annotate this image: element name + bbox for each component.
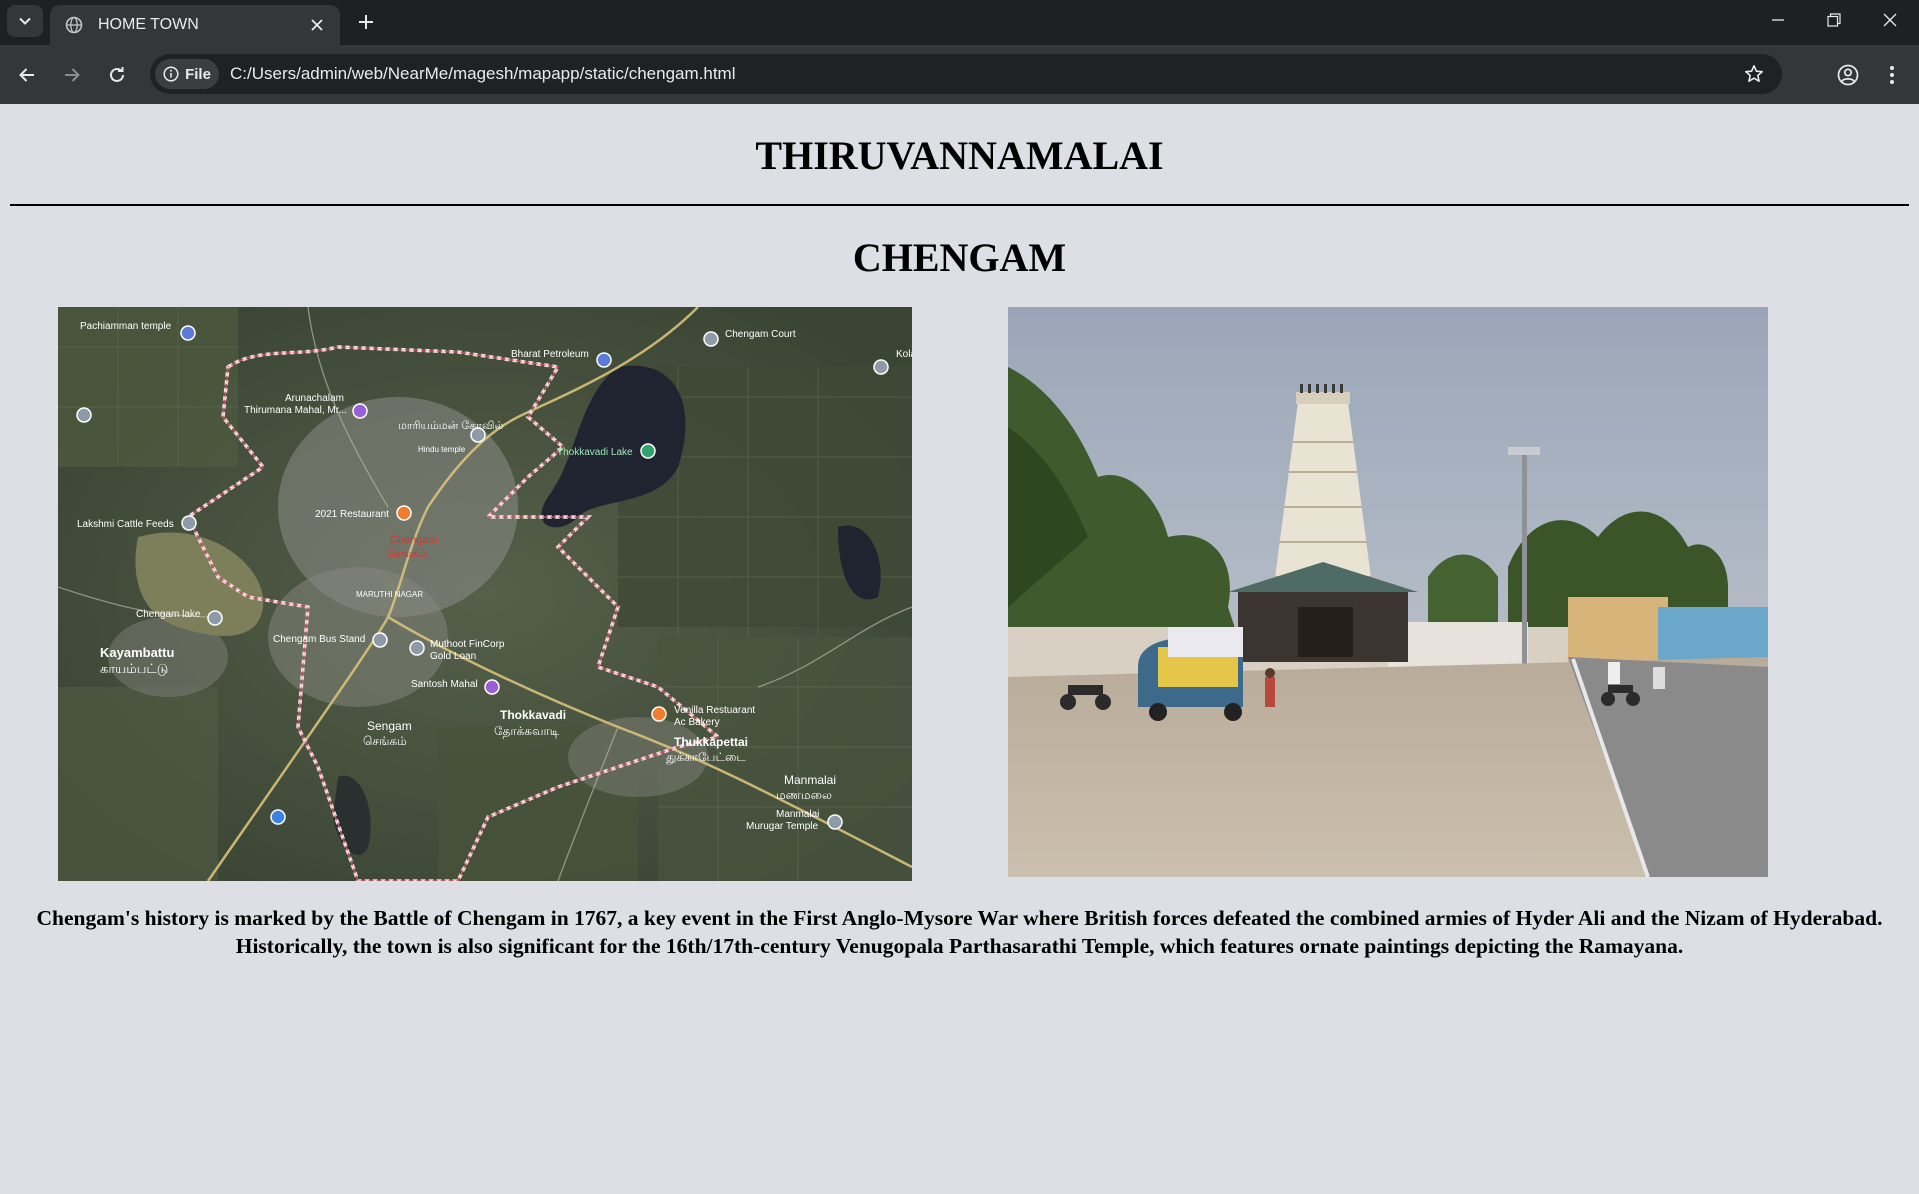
minimize-icon <box>1772 19 1784 21</box>
map-label-bharat-petroleum: Bharat Petroleum <box>511 349 589 360</box>
map-label-chengam-court: Chengam Court <box>725 329 796 340</box>
restore-icon <box>1827 13 1841 27</box>
map-label-kola: Kola <box>896 349 912 360</box>
url-text[interactable]: C:/Users/admin/web/NearMe/magesh/mapapp/… <box>230 64 736 84</box>
page-content: THIRUVANNAMALAI CHENGAM Pachiamman templ… <box>0 104 1919 1194</box>
map-label-venilla-restaurant: Venilla Restuarant <box>674 705 755 716</box>
map-label-lakshmi-cattle-feeds: Lakshmi Cattle Feeds <box>77 519 174 530</box>
map-label-ac-bakery: Ac Bakery <box>674 717 720 728</box>
map-label-kayambattu: Kayambattu <box>100 645 174 660</box>
map-label-kayambattu-ta: காயம்பட்டு <box>100 661 168 676</box>
reload-button[interactable] <box>99 57 135 93</box>
close-tab-icon[interactable] <box>302 10 332 40</box>
close-window-button[interactable] <box>1862 0 1918 40</box>
map-label-sengam: Sengam <box>367 719 412 733</box>
plus-icon <box>359 15 373 29</box>
tab-title: HOME TOWN <box>98 16 199 33</box>
map-label-pachiamman-temple: Pachiamman temple <box>80 321 172 332</box>
map-label-manmalai-ta: மணமலை <box>776 788 832 802</box>
minimize-button[interactable] <box>1750 0 1806 40</box>
map-label-santosh-mahal: Santosh Mahal <box>411 679 478 690</box>
address-bar[interactable]: File C:/Users/admin/web/NearMe/magesh/ma… <box>150 54 1782 94</box>
map-label-muthoot-fincorp: Muthoot FinCorp <box>430 639 505 650</box>
arrow-right-icon <box>65 68 80 82</box>
forward-button[interactable] <box>54 57 90 93</box>
tab-strip: HOME TOWN <box>0 0 1919 45</box>
map-label-gold-loan: Gold Loan <box>430 651 476 662</box>
map-label-chengam: Chengam <box>390 534 438 546</box>
map-label-manmalai: Manmalai <box>784 773 836 787</box>
map-label-murugar-temple: Murugar Temple <box>746 821 819 832</box>
horizontal-rule <box>10 204 1909 206</box>
site-info-chip[interactable]: File <box>155 59 219 89</box>
chevron-down-icon <box>19 17 31 25</box>
browser-toolbar: File C:/Users/admin/web/NearMe/magesh/ma… <box>0 45 1919 104</box>
reload-icon <box>110 67 124 82</box>
map-label-hindu-temple: Hindu temple <box>418 445 466 454</box>
map-label-arunachalam: Arunachalam <box>285 393 344 404</box>
close-icon <box>1883 13 1897 27</box>
tab-home-town[interactable]: HOME TOWN <box>50 5 340 45</box>
map-label-thukkapettai-ta: துக்காபேட்டை <box>666 750 746 765</box>
back-button[interactable] <box>9 57 45 93</box>
map-label-mariamman-kovil: மாரியம்மன் கோவில் <box>398 420 504 432</box>
map-label-sengam-ta: செங்கம் <box>363 734 407 748</box>
map-label-thokkavadi-lake: Thokkavadi Lake <box>557 447 633 458</box>
globe-icon <box>64 15 84 35</box>
site-info-label: File <box>185 65 211 83</box>
chengam-satellite-map: Pachiamman temple Bharat Petroleum Cheng… <box>58 307 912 881</box>
info-icon <box>163 66 179 82</box>
map-label-chengam-ta: செங்கம் <box>387 548 427 560</box>
bookmark-star-icon[interactable] <box>1740 60 1768 88</box>
restore-button[interactable] <box>1806 0 1862 40</box>
map-label-2021-restaurant: 2021 Restaurant <box>315 509 389 520</box>
map-label-manmalai-small: Manmalai <box>776 809 819 820</box>
map-label-maruthi-nagar: MARUTHI NAGAR <box>356 590 423 599</box>
map-label-thokkavadi: Thokkavadi <box>500 708 566 722</box>
district-heading: THIRUVANNAMALAI <box>755 133 1164 178</box>
chengam-temple-photo <box>1008 307 1768 877</box>
map-label-chengam-bus-stand: Chengam Bus Stand <box>273 634 365 645</box>
new-tab-button[interactable] <box>350 6 382 38</box>
map-label-chengam-lake: Chengam lake <box>136 609 201 620</box>
history-description: Chengam's history is marked by the Battl… <box>36 906 1883 958</box>
profile-icon[interactable] <box>1830 57 1866 93</box>
town-heading: CHENGAM <box>852 235 1067 280</box>
kebab-menu-icon[interactable] <box>1874 57 1910 93</box>
map-label-thukkapettai: Thukkapettai <box>674 735 748 749</box>
arrow-left-icon <box>19 68 34 82</box>
map-label-thirumana-mahal: Thirumana Mahal, Mr... <box>244 405 347 416</box>
tab-search-button[interactable] <box>7 5 43 37</box>
map-label-thokkavadi-ta: தோக்கவாடி <box>494 724 560 738</box>
